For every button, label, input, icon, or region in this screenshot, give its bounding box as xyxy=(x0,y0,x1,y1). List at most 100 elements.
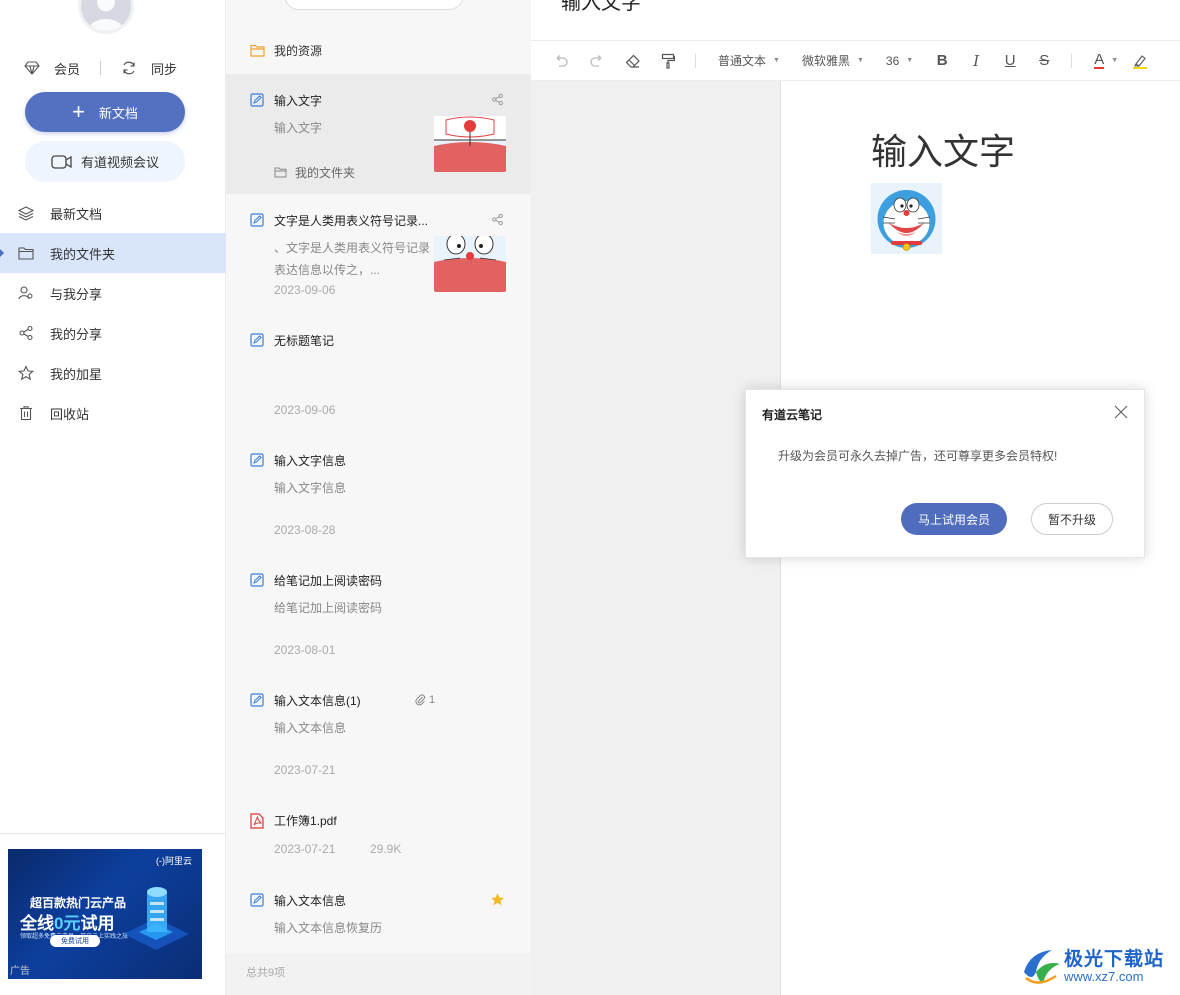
highlight-button[interactable] xyxy=(1132,53,1148,69)
try-membership-button[interactable]: 马上试用会员 xyxy=(901,503,1007,535)
document-title[interactable]: 输入文字 xyxy=(561,0,641,15)
chevron-down-icon: ▼ xyxy=(906,57,914,64)
undo-icon xyxy=(556,54,568,67)
list-item[interactable]: 输入文本信息 输入文本信息恢复历 xyxy=(226,874,531,953)
note-thumbnail xyxy=(434,116,506,172)
eraser-icon xyxy=(625,54,640,68)
note-date: 2023-07-21 xyxy=(274,842,336,856)
paint-brush-icon xyxy=(661,53,675,69)
note-title: 给笔记加上阅读密码 xyxy=(274,574,383,588)
document-heading[interactable]: 输入文字 xyxy=(871,123,1015,175)
star-icon xyxy=(18,365,34,381)
paragraph-style-value: 普通文本 xyxy=(718,54,767,68)
note-snippet: 输入文字 xyxy=(274,121,323,135)
list-item[interactable]: 工作簿1.pdf 2023-07-21 29.9K xyxy=(226,794,531,874)
share-icon[interactable] xyxy=(491,213,504,226)
list-item[interactable]: 输入文字信息 输入文字信息 2023-08-28 xyxy=(226,434,531,554)
plus-icon: + xyxy=(72,99,85,124)
video-camera-icon xyxy=(51,154,72,169)
share-icon xyxy=(19,325,33,341)
note-title: 输入文字 xyxy=(274,94,323,108)
chevron-down-icon: ▼ xyxy=(1111,57,1119,64)
sidebar-item-label: 与我分享 xyxy=(50,286,103,302)
list-item[interactable]: 无标题笔记 2023-09-06 xyxy=(226,314,531,434)
sidebar-item-label: 我的加星 xyxy=(50,366,103,382)
avatar[interactable] xyxy=(78,0,134,34)
video-meeting-label: 有道视频会议 xyxy=(80,155,159,170)
account-actions: 会员 同步 xyxy=(24,58,204,78)
note-folder: 我的文件夹 xyxy=(274,164,355,181)
watermark-logo-icon xyxy=(1024,950,1060,984)
dialog-message: 升级为会员可永久去掉广告，还可尊享更多会员特权! xyxy=(778,449,1058,463)
not-now-button[interactable]: 暂不升级 xyxy=(1031,503,1113,535)
note-date: 2023-09-06 xyxy=(274,403,336,417)
strikethrough-button[interactable]: S xyxy=(1037,52,1051,69)
note-title: 输入文本信息 xyxy=(274,894,347,908)
video-meeting-button[interactable]: 有道视频会议 xyxy=(25,141,185,182)
underline-button[interactable]: U xyxy=(1003,52,1017,69)
bold-button[interactable]: B xyxy=(935,52,949,69)
font-family-value: 微软雅黑 xyxy=(801,54,850,68)
note-title: 输入文本信息(1) xyxy=(274,694,361,708)
sidebar-item-trash[interactable]: 回收站 xyxy=(0,393,226,433)
my-resources-item[interactable]: 我的资源 xyxy=(250,42,322,59)
note-folder-label: 我的文件夹 xyxy=(295,166,356,180)
sidebar-item-my-shares[interactable]: 我的分享 xyxy=(0,313,226,353)
font-color-dropdown[interactable]: A ▼ xyxy=(1094,52,1119,69)
note-icon xyxy=(250,453,264,467)
sidebar: 会员 同步 + 新文档 有道视频会议 最新文档 我的文件夹 与我分享 我的分享 xyxy=(0,0,226,995)
format-painter-button[interactable] xyxy=(661,53,675,69)
folder-icon xyxy=(250,44,265,57)
divider xyxy=(100,61,102,75)
advertisement-banner[interactable]: (-)阿里云 超百款热门云产品 全线0元试用 领取超多免费云产品，开启云上实践之… xyxy=(8,849,202,979)
attachment-count-label: 1 xyxy=(429,693,436,706)
layers-icon xyxy=(18,206,34,221)
sidebar-item-label: 我的文件夹 xyxy=(50,246,116,262)
note-date: 2023-08-28 xyxy=(274,523,336,537)
undo-button[interactable] xyxy=(553,54,569,67)
ad-cta-button[interactable]: 免费试用 xyxy=(50,935,100,947)
sidebar-item-recent[interactable]: 最新文档 xyxy=(0,193,226,233)
dialog-title: 有道云笔记 xyxy=(762,408,823,422)
list-item[interactable]: 给笔记加上阅读密码 给笔记加上阅读密码 2023-08-01 xyxy=(226,554,531,674)
italic-button[interactable]: I xyxy=(969,52,983,70)
star-filled-icon[interactable] xyxy=(490,892,505,907)
sidebar-item-label: 回收站 xyxy=(50,406,90,422)
note-date: 2023-08-01 xyxy=(274,643,336,657)
font-family-dropdown[interactable]: 微软雅黑 ▼ xyxy=(802,52,864,69)
redo-button[interactable] xyxy=(589,54,605,67)
font-size-dropdown[interactable]: 36 ▼ xyxy=(886,54,913,68)
list-item[interactable]: 输入文本信息(1) 1 输入文本信息 2023-07-21 xyxy=(226,674,531,794)
clear-format-button[interactable] xyxy=(625,54,641,68)
new-document-button[interactable]: + 新文档 xyxy=(25,92,185,132)
list-total-count: 总共9项 xyxy=(226,953,531,995)
sync-label: 同步 xyxy=(151,61,178,77)
sync-button[interactable]: 同步 xyxy=(121,59,177,78)
share-icon[interactable] xyxy=(491,93,504,106)
search-input[interactable] xyxy=(284,0,464,10)
new-document-label: 新文档 xyxy=(98,105,138,121)
sidebar-item-my-folders[interactable]: 我的文件夹 xyxy=(0,233,226,273)
vip-button[interactable]: 会员 xyxy=(24,59,80,78)
note-title: 无标题笔记 xyxy=(274,334,335,348)
sync-icon xyxy=(123,61,135,75)
note-list: 我的资源 输入文字 输入文字 我的文件夹 文字是人类用表义符号记录... 、文字… xyxy=(226,0,531,995)
close-icon[interactable] xyxy=(1114,405,1128,419)
sidebar-item-label: 我的分享 xyxy=(50,326,103,342)
note-icon xyxy=(250,693,264,707)
my-resources-label: 我的资源 xyxy=(274,44,323,58)
watermark-name: 极光下载站 xyxy=(1064,949,1165,970)
list-item[interactable]: 输入文字 输入文字 我的文件夹 xyxy=(226,74,531,194)
doraemon-image[interactable] xyxy=(871,183,942,254)
chevron-down-icon: ▼ xyxy=(856,57,864,64)
ad-label: 广告 xyxy=(10,966,30,977)
note-icon xyxy=(250,893,264,907)
paperclip-icon xyxy=(415,694,425,706)
pdf-icon xyxy=(250,813,264,829)
diamond-icon xyxy=(24,61,40,75)
sidebar-item-shared-with-me[interactable]: 与我分享 xyxy=(0,273,226,313)
sidebar-item-starred[interactable]: 我的加星 xyxy=(0,353,226,393)
note-icon xyxy=(250,93,264,107)
list-item[interactable]: 文字是人类用表义符号记录... 、文字是人类用表义符号记录表达信息以传之，...… xyxy=(226,194,531,314)
paragraph-style-dropdown[interactable]: 普通文本 ▼ xyxy=(718,52,780,69)
